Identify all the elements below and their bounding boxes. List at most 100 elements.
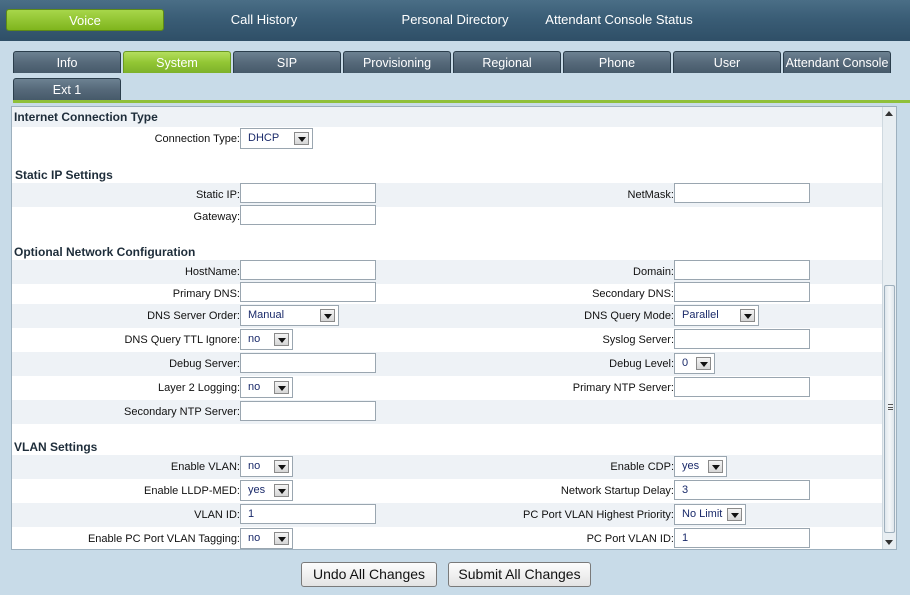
form-row: Static IP: NetMask: — [12, 183, 883, 207]
chevron-down-icon — [320, 309, 335, 322]
network-startup-delay-field[interactable]: 3 — [674, 480, 810, 500]
form-row: Enable PC Port VLAN Tagging: no PC Port … — [12, 527, 883, 549]
dns-query-ttl-ignore-select[interactable]: no — [240, 329, 293, 350]
connection-type-select[interactable]: DHCP — [240, 128, 313, 149]
form-row: DNS Server Order: Manual DNS Query Mode:… — [12, 304, 883, 328]
tab-system[interactable]: System — [123, 51, 231, 73]
dns-server-order-label: DNS Server Order: — [147, 310, 240, 322]
section-header-row: VLAN Settings — [12, 424, 883, 455]
secondary-dns-label: Secondary DNS: — [592, 288, 674, 300]
tab-sip[interactable]: SIP — [233, 51, 341, 73]
hostname-field[interactable] — [240, 260, 376, 280]
syslog-server-field[interactable] — [674, 329, 810, 349]
section-title-vlan: VLAN Settings — [14, 440, 98, 454]
secondary-dns-field[interactable] — [674, 282, 810, 302]
vlan-id-field[interactable]: 1 — [240, 504, 376, 524]
enable-lldp-med-select[interactable]: yes — [240, 480, 293, 501]
vertical-scrollbar[interactable] — [882, 107, 896, 549]
enable-pc-port-vlan-tagging-select[interactable]: no — [240, 528, 293, 549]
undo-all-changes-button[interactable]: Undo All Changes — [301, 562, 437, 587]
syslog-server-label: Syslog Server: — [602, 334, 674, 346]
settings-panel: Internet Connection Type Connection Type… — [11, 106, 897, 550]
pc-port-vlan-priority-value: No Limit — [682, 508, 723, 520]
scroll-down-arrow-icon[interactable] — [885, 540, 893, 545]
connection-type-label: Connection Type: — [154, 133, 240, 145]
section-header-row: Optional Network Configuration — [12, 229, 883, 260]
primary-dns-field[interactable] — [240, 282, 376, 302]
tab-user[interactable]: User — [673, 51, 781, 73]
chevron-down-icon — [274, 484, 289, 497]
pc-port-vlan-id-field[interactable]: 1 — [674, 528, 810, 548]
dns-query-mode-select[interactable]: Parallel — [674, 305, 759, 326]
primary-dns-label: Primary DNS: — [172, 288, 240, 300]
submit-all-changes-button[interactable]: Submit All Changes — [448, 562, 591, 587]
network-startup-delay-label: Network Startup Delay: — [560, 485, 674, 497]
secondary-ntp-field[interactable] — [240, 401, 376, 421]
nav-attendant-console-status[interactable]: Attendant Console Status — [540, 9, 698, 31]
netmask-field[interactable] — [674, 183, 810, 203]
settings-form: Internet Connection Type Connection Type… — [12, 107, 883, 549]
chevron-down-icon — [696, 357, 711, 370]
enable-cdp-label: Enable CDP: — [610, 461, 674, 473]
nav-voice[interactable]: Voice — [6, 9, 164, 31]
layer2-logging-select[interactable]: no — [240, 377, 293, 398]
chevron-down-icon — [274, 333, 289, 346]
primary-ntp-field[interactable] — [674, 377, 810, 397]
connection-type-value: DHCP — [248, 132, 280, 144]
enable-lldp-med-label: Enable LLDP-MED: — [144, 485, 240, 497]
pc-port-vlan-priority-label: PC Port VLAN Highest Priority: — [523, 509, 674, 521]
grip-icon — [888, 404, 893, 410]
enable-vlan-select[interactable]: no — [240, 456, 293, 477]
gateway-label: Gateway: — [193, 211, 240, 223]
nav-personal-directory[interactable]: Personal Directory — [372, 9, 538, 31]
scroll-up-arrow-icon[interactable] — [885, 111, 893, 116]
section-header-row: Static IP Settings — [12, 151, 883, 183]
tab-regional[interactable]: Regional — [453, 51, 561, 73]
pc-port-vlan-id-label: PC Port VLAN ID: — [586, 533, 674, 545]
form-row: Secondary NTP Server: — [12, 400, 883, 424]
form-row: Enable LLDP-MED: yes Network Startup Del… — [12, 479, 883, 503]
tab-provisioning[interactable]: Provisioning — [343, 51, 451, 73]
form-row: VLAN ID: 1 PC Port VLAN Highest Priority… — [12, 503, 883, 527]
layer2-logging-label: Layer 2 Logging: — [158, 382, 240, 394]
form-row: Enable VLAN: no Enable CDP: yes — [12, 455, 883, 479]
chevron-down-icon — [708, 460, 723, 473]
enable-vlan-label: Enable VLAN: — [170, 461, 240, 473]
debug-server-label: Debug Server: — [169, 358, 240, 370]
dns-query-mode-value: Parallel — [682, 309, 719, 321]
form-row: HostName: Domain: — [12, 260, 883, 284]
enable-lldp-med-value: yes — [248, 484, 266, 496]
top-navigation: Voice Call History Personal Directory At… — [0, 0, 910, 41]
section-title-static-ip: Static IP Settings — [15, 168, 113, 182]
dns-server-order-select[interactable]: Manual — [240, 305, 339, 326]
enable-cdp-value: yes — [682, 460, 700, 472]
tab-ext-1[interactable]: Ext 1 — [13, 78, 121, 100]
section-title-optional-network: Optional Network Configuration — [14, 245, 196, 259]
dns-query-ttl-ignore-label: DNS Query TTL Ignore: — [124, 334, 240, 346]
tab-attendant-console[interactable]: Attendant Console — [783, 51, 891, 73]
debug-level-label: Debug Level: — [609, 358, 674, 370]
tab-phone[interactable]: Phone — [563, 51, 671, 73]
enable-pc-port-vlan-tagging-label: Enable PC Port VLAN Tagging: — [87, 533, 240, 545]
primary-ntp-label: Primary NTP Server: — [572, 382, 674, 394]
domain-label: Domain: — [633, 266, 674, 278]
static-ip-field[interactable] — [240, 183, 376, 203]
pc-port-vlan-priority-select[interactable]: No Limit — [674, 504, 746, 525]
tab-info[interactable]: Info — [13, 51, 121, 73]
form-row: Debug Server: Debug Level: 0 — [12, 352, 883, 376]
vlan-id-label: VLAN ID: — [194, 509, 240, 521]
debug-level-select[interactable]: 0 — [674, 353, 715, 374]
static-ip-label: Static IP: — [195, 189, 240, 201]
debug-level-value: 0 — [682, 357, 689, 369]
section-header-row: Internet Connection Type — [12, 107, 883, 127]
debug-server-field[interactable] — [240, 353, 376, 373]
nav-call-history[interactable]: Call History — [196, 9, 332, 31]
domain-field[interactable] — [674, 260, 810, 280]
secondary-ntp-label: Secondary NTP Server: — [124, 406, 240, 418]
gateway-field[interactable] — [240, 205, 376, 225]
scrollbar-thumb[interactable] — [884, 285, 895, 533]
chevron-down-icon — [294, 132, 309, 145]
tab-underline — [13, 100, 910, 103]
chevron-down-icon — [727, 508, 742, 521]
enable-cdp-select[interactable]: yes — [674, 456, 727, 477]
